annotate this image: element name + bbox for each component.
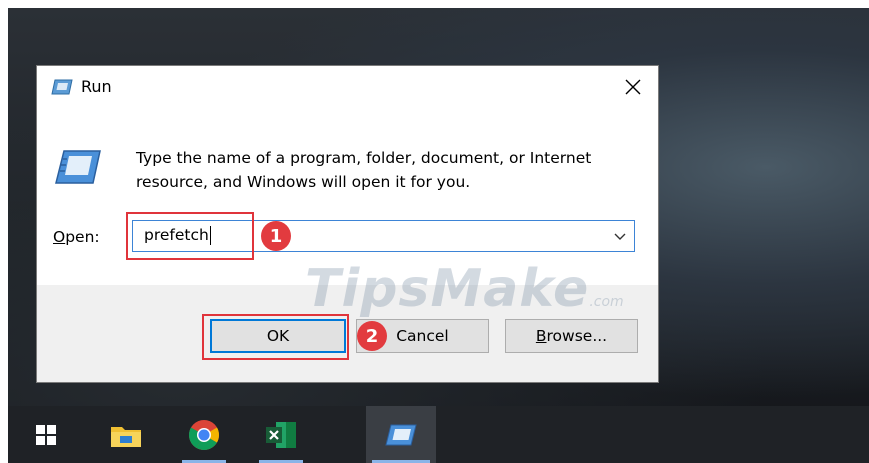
file-explorer-icon	[111, 426, 141, 447]
ok-highlight-box	[202, 314, 349, 360]
run-dialog: Run Type the name of a program, folder, …	[36, 65, 659, 383]
browse-button[interactable]: Browse...	[505, 319, 638, 353]
taskbar	[8, 406, 869, 463]
title-bar[interactable]: Run	[37, 66, 658, 108]
input-highlight-box	[126, 212, 254, 260]
run-icon	[51, 79, 73, 95]
step-badge-2: 2	[357, 321, 387, 351]
close-icon	[625, 79, 641, 95]
watermark: TipsMake.com	[305, 259, 624, 319]
run-app-icon	[385, 424, 417, 445]
chrome-icon	[188, 419, 220, 450]
taskbar-file-explorer[interactable]	[98, 406, 154, 463]
open-label: Open:	[53, 228, 100, 246]
taskbar-excel[interactable]	[253, 406, 309, 463]
dialog-title: Run	[81, 77, 112, 96]
start-button[interactable]	[18, 406, 74, 463]
dialog-description: Type the name of a program, folder, docu…	[136, 149, 592, 191]
run-large-icon	[55, 150, 101, 184]
step-badge-1: 1	[261, 221, 291, 251]
taskbar-run-app[interactable]	[366, 406, 436, 463]
excel-icon	[266, 421, 296, 448]
windows-start-icon	[36, 424, 56, 445]
close-button[interactable]	[618, 72, 648, 102]
taskbar-chrome[interactable]	[176, 406, 232, 463]
chevron-down-icon[interactable]	[612, 229, 628, 243]
